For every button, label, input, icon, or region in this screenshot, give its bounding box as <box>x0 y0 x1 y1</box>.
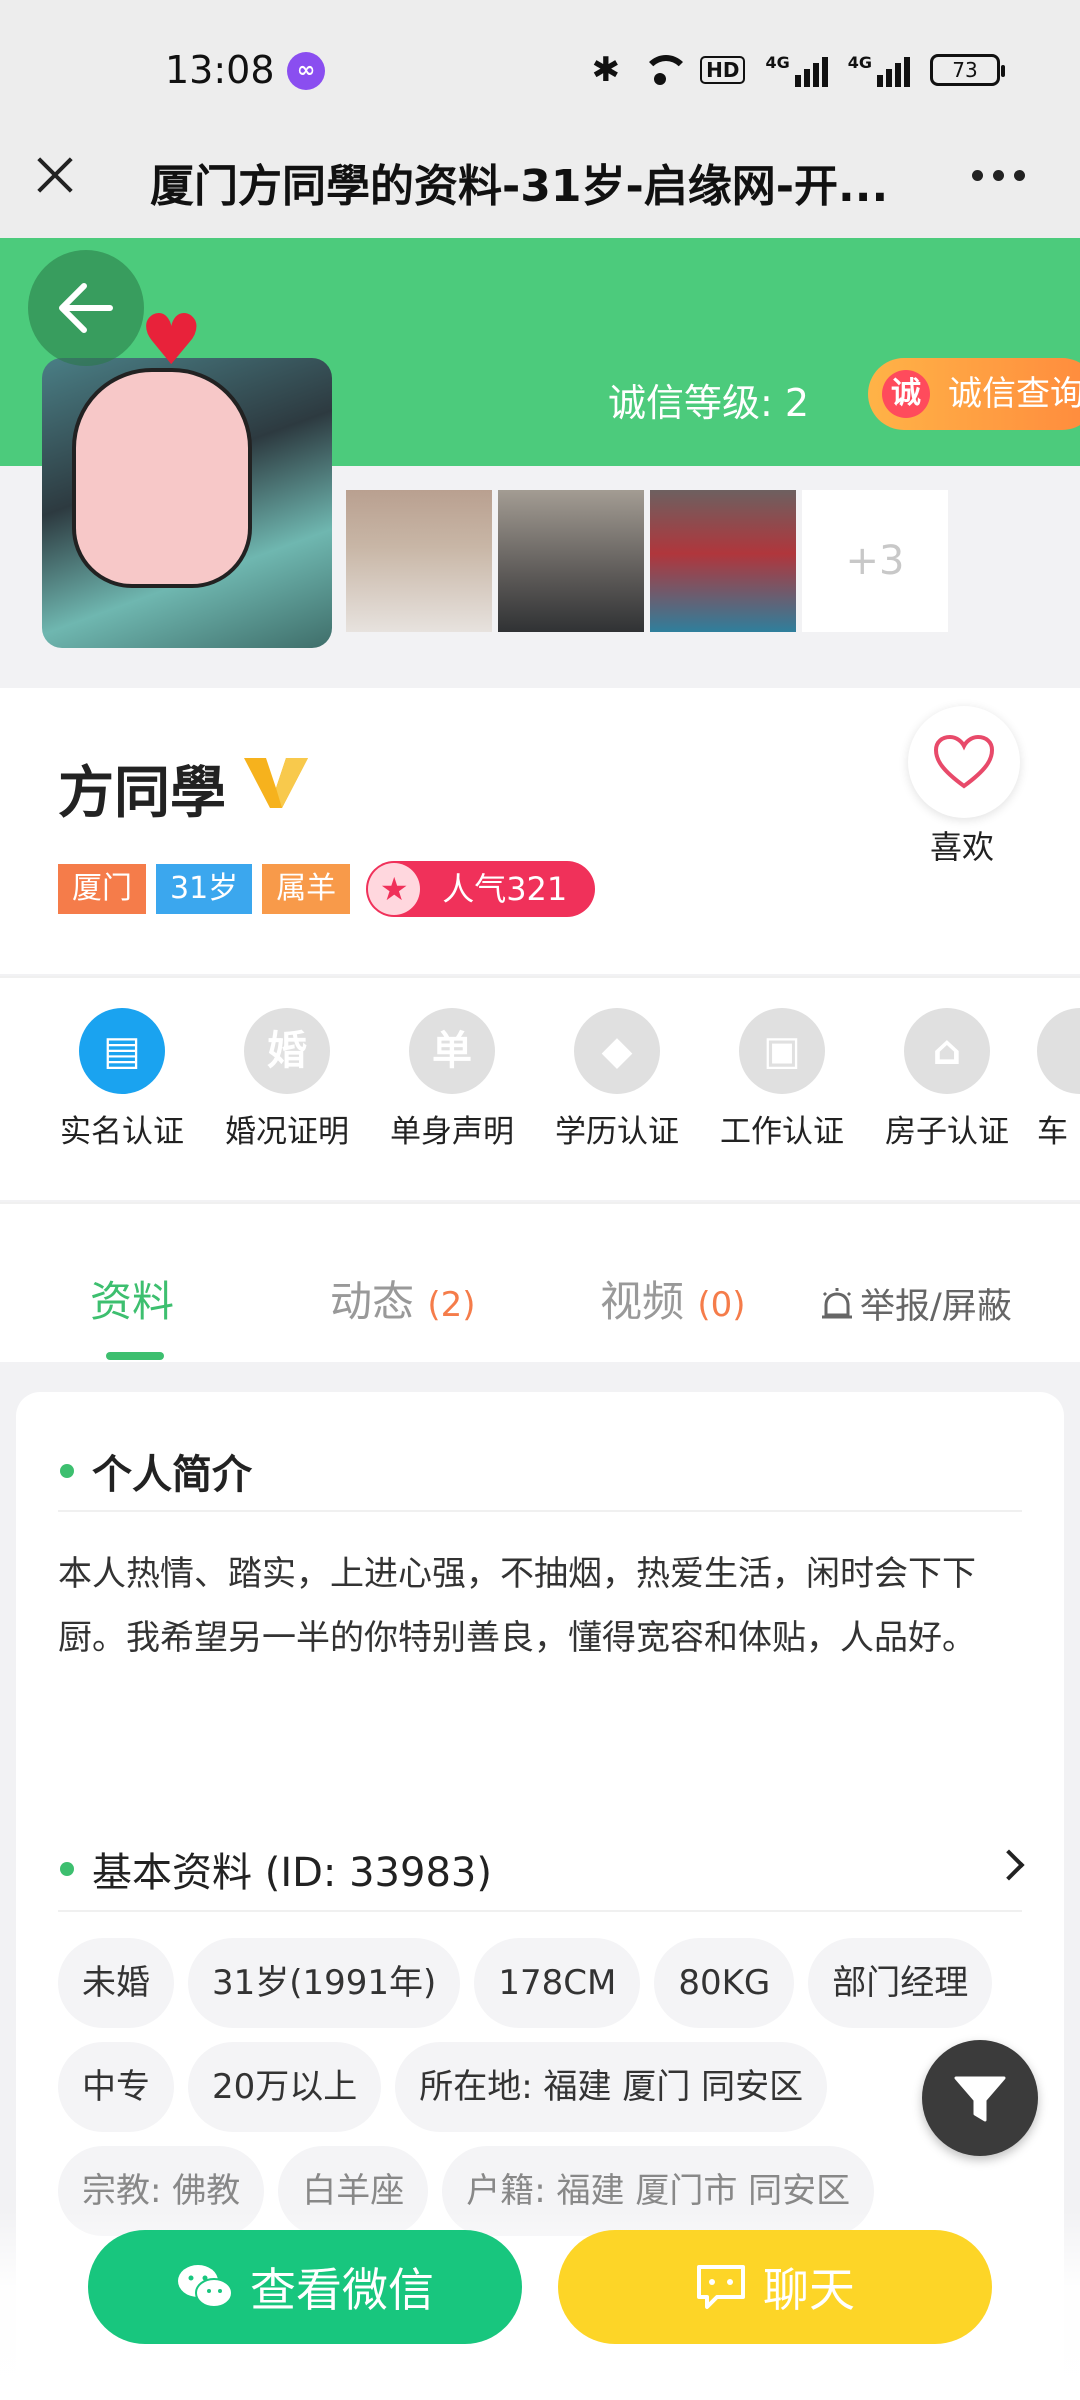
active-tab-indicator <box>106 1352 164 1360</box>
intro-text: 本人热情、踏实，上进心强，不抽烟，热爱生活，闲时会下下厨。我希望另一半的你特别善… <box>58 1554 976 1658</box>
browser-title-bar: 厦门方同學的资料-31岁-启缘网-开... <box>0 110 1080 240</box>
more-photos-button[interactable]: +3 <box>802 490 948 632</box>
age-tag: 31岁 <box>156 864 253 914</box>
divider <box>58 1910 1022 1912</box>
like-label: 喜欢 <box>930 828 995 866</box>
battery-icon: 73 <box>930 54 1005 86</box>
info-chip: 178CM <box>474 1938 641 2028</box>
wifi-icon <box>640 55 691 85</box>
star-icon: ★ <box>368 863 421 915</box>
signal-icon-1: 4G <box>765 53 828 87</box>
section-dot-icon <box>60 1464 74 1478</box>
more-options-icon[interactable] <box>972 170 1025 181</box>
signal-icon-2: 4G <box>848 53 910 87</box>
heart-sticker-icon: ♥ <box>140 299 203 381</box>
credit-check-label: 诚信查询 <box>948 374 1080 414</box>
tab-profile[interactable]: 资料 <box>90 1268 174 1329</box>
photo-thumbnail[interactable] <box>346 490 492 632</box>
photo-thumbnails: +3 <box>346 490 948 632</box>
car-icon <box>1037 1008 1080 1094</box>
info-chip: 部门经理 <box>808 1938 993 2028</box>
filter-button[interactable] <box>922 2040 1038 2156</box>
vip-badge-icon <box>244 758 308 808</box>
profile-info: 方同學 厦门 31岁 属羊 ★ 人气321 喜欢 <box>0 688 1080 974</box>
basic-info-section-title[interactable]: 基本资料 (ID: 33983) <box>60 1840 492 1898</box>
status-icons: ✱ HD 4G 4G 73 <box>591 50 1005 90</box>
cert-work[interactable]: ▣ 工作认证 <box>707 1008 857 1151</box>
cert-real-name[interactable]: ▤ 实名认证 <box>47 1008 197 1151</box>
chat-button[interactable]: 聊天 <box>558 2230 992 2344</box>
briefcase-icon: ▣ <box>739 1008 825 1094</box>
chat-bubble-icon <box>697 2265 745 2309</box>
cert-car[interactable]: 车 <box>1037 1008 1080 1151</box>
info-chip: 20万以上 <box>188 2042 382 2132</box>
cert-house[interactable]: ⌂ 房子认证 <box>872 1008 1022 1151</box>
like-button[interactable] <box>908 706 1020 818</box>
avatar-sticker <box>72 368 252 588</box>
certification-row: ▤ 实名认证 婚 婚况证明 单 单身声明 ◆ 学历认证 ▣ 工作认证 ⌂ 房子认… <box>0 976 1080 1200</box>
popularity-label: 人气321 <box>442 870 568 908</box>
cert-education[interactable]: ◆ 学历认证 <box>542 1008 692 1151</box>
cert-marriage[interactable]: 婚 婚况证明 <box>212 1008 362 1151</box>
single-icon: 单 <box>409 1008 495 1094</box>
photo-thumbnail[interactable] <box>650 490 796 632</box>
info-chip: 80KG <box>654 1938 795 2028</box>
cert-single[interactable]: 单 单身声明 <box>377 1008 527 1151</box>
heart-outline-icon <box>933 734 995 789</box>
report-block-button[interactable]: 举报/屏蔽 <box>820 1278 1012 1329</box>
back-button[interactable] <box>28 250 144 366</box>
hd-icon: HD <box>700 56 746 84</box>
photo-thumbnail[interactable] <box>498 490 644 632</box>
house-icon: ⌂ <box>904 1008 990 1094</box>
credit-check-button[interactable]: 诚 诚信查询 <box>868 358 1080 430</box>
info-chip: 未婚 <box>58 1938 174 2028</box>
profile-name: 方同學 <box>58 761 226 826</box>
tab-moments[interactable]: 动态 (2) <box>330 1268 476 1329</box>
page-title: 厦门方同學的资料-31岁-启缘网-开... <box>150 161 889 212</box>
info-chip: 所在地: 福建 厦门 同安区 <box>395 2042 828 2132</box>
chevron-right-icon[interactable] <box>993 1849 1025 1881</box>
info-chip: 中专 <box>58 2042 174 2132</box>
app-notification-icon: ∞ <box>287 52 325 90</box>
credit-level: 诚信等级: 2 <box>608 381 810 425</box>
city-tag: 厦门 <box>58 864 146 914</box>
avatar[interactable] <box>42 358 332 648</box>
id-card-icon: ▤ <box>79 1008 165 1094</box>
popularity-badge: ★ 人气321 <box>366 861 596 917</box>
profile-tabs: 资料 动态 (2) 视频 (0) 举报/屏蔽 <box>0 1202 1080 1362</box>
graduation-cap-icon: ◆ <box>574 1008 660 1094</box>
view-wechat-button[interactable]: 查看微信 <box>88 2230 522 2344</box>
bluetooth-icon: ✱ <box>591 50 621 90</box>
zodiac-tag: 属羊 <box>262 864 351 914</box>
divider <box>58 1510 1022 1512</box>
status-time: 13:08 <box>165 48 275 92</box>
filter-icon <box>954 2076 1006 2122</box>
tab-videos[interactable]: 视频 (0) <box>600 1268 746 1329</box>
info-chip: 31岁(1991年) <box>188 1938 461 2028</box>
intro-section-title: 个人简介 <box>60 1442 252 1500</box>
credit-icon: 诚 <box>882 370 930 418</box>
alarm-icon <box>822 1287 852 1318</box>
arrow-left-icon <box>59 283 113 333</box>
wechat-icon <box>178 2265 233 2308</box>
basic-info-chips: 未婚 31岁(1991年) 178CM 80KG 部门经理 中专 20万以上 所… <box>58 1938 1038 2236</box>
profile-tags: 厦门 31岁 属羊 ★ 人气321 <box>58 861 596 917</box>
marriage-icon: 婚 <box>244 1008 330 1094</box>
section-dot-icon <box>60 1862 74 1876</box>
close-icon[interactable] <box>30 150 80 200</box>
